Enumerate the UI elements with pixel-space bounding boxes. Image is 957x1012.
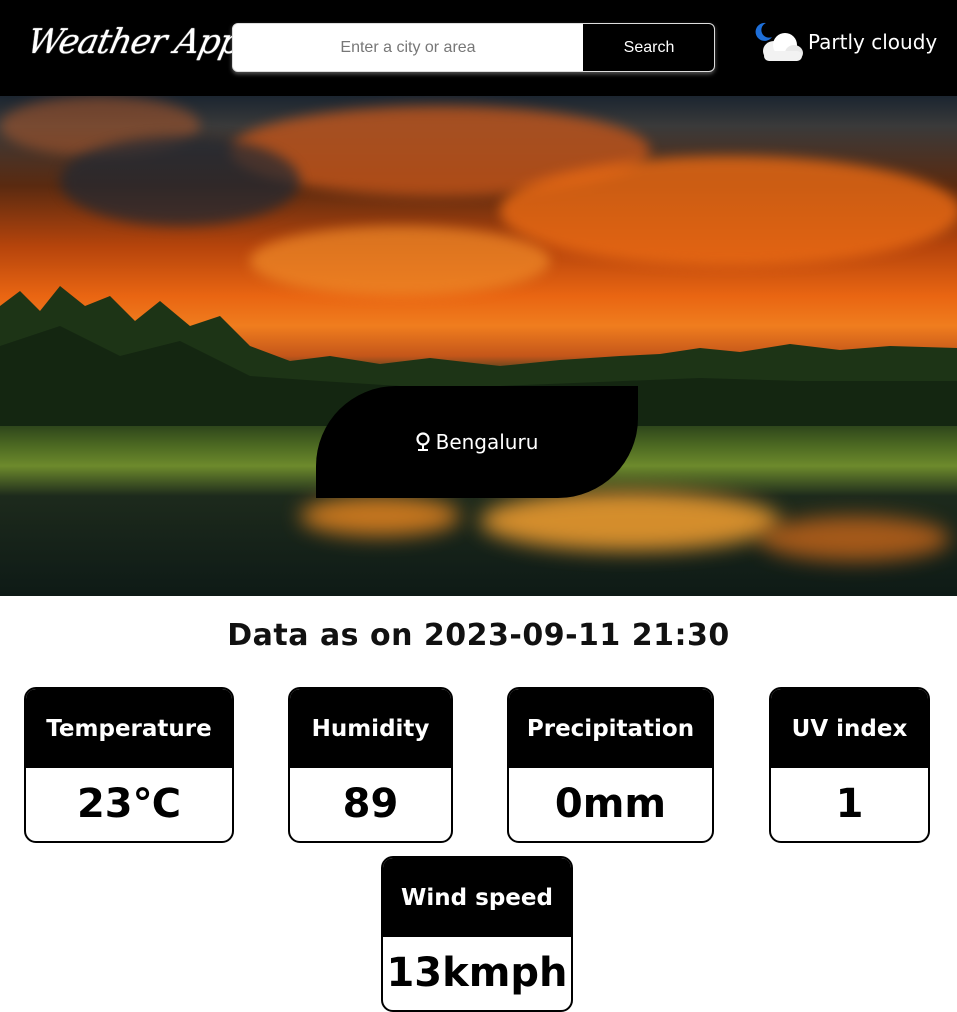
wind-speed-card: Wind speed 13kmph bbox=[381, 856, 573, 1012]
humidity-card: Humidity 89 bbox=[288, 687, 453, 843]
top-navbar: Weather App Search Partly cloudy bbox=[0, 0, 957, 96]
hero-background-image: Bengaluru bbox=[0, 96, 957, 596]
search-form: Search bbox=[232, 23, 715, 72]
data-timestamp-heading: Data as on 2023-09-11 21:30 bbox=[227, 618, 730, 653]
map-pin-icon bbox=[415, 432, 430, 451]
search-button[interactable]: Search bbox=[583, 24, 714, 71]
location-badge: Bengaluru bbox=[316, 386, 638, 498]
uv-index-value: 1 bbox=[835, 781, 864, 827]
moon-cloud-icon bbox=[755, 22, 803, 61]
app-logo[interactable]: Weather App bbox=[24, 22, 245, 62]
location-name: Bengaluru bbox=[435, 430, 539, 454]
condition-text: Partly cloudy bbox=[808, 30, 938, 54]
humidity-value: 89 bbox=[342, 781, 399, 827]
temperature-label: Temperature bbox=[26, 689, 232, 768]
temperature-value: 23℃ bbox=[76, 781, 182, 827]
city-search-input[interactable] bbox=[233, 24, 583, 71]
current-condition: Partly cloudy bbox=[752, 18, 937, 66]
temperature-card: Temperature 23℃ bbox=[24, 687, 234, 843]
precipitation-label: Precipitation bbox=[509, 689, 712, 768]
wind-speed-value: 13kmph bbox=[386, 950, 568, 996]
precipitation-value: 0mm bbox=[554, 781, 667, 827]
precipitation-card: Precipitation 0mm bbox=[507, 687, 714, 843]
wind-speed-label: Wind speed bbox=[383, 858, 571, 937]
uv-index-label: UV index bbox=[771, 689, 928, 768]
uv-index-card: UV index 1 bbox=[769, 687, 930, 843]
humidity-label: Humidity bbox=[290, 689, 451, 768]
